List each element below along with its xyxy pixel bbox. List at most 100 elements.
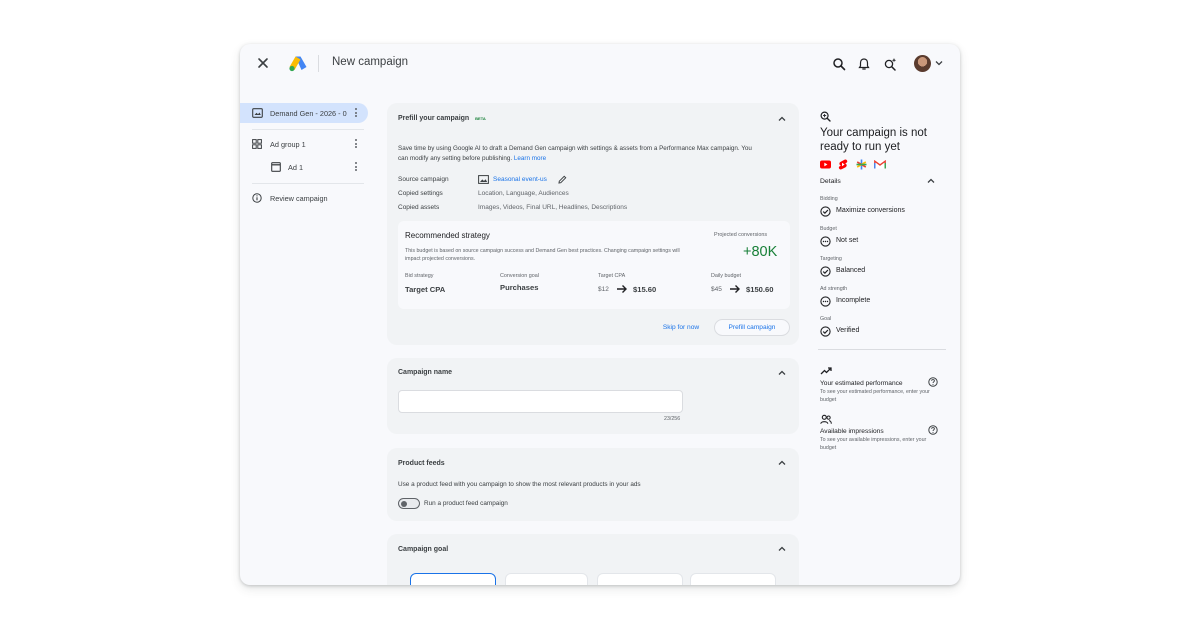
- arrow-right-icon: [730, 285, 740, 293]
- zoom-search-icon: [820, 111, 831, 122]
- check-circle-icon: [820, 326, 831, 337]
- product-feeds-title: Product feeds: [398, 460, 445, 467]
- chevron-up-icon[interactable]: [777, 458, 787, 468]
- target-cpa-old: $12: [598, 286, 609, 293]
- goal-option-tile[interactable]: [505, 573, 588, 585]
- shorts-icon: [838, 159, 848, 170]
- goal-label: Goal: [820, 316, 832, 322]
- prefill-title: Prefill your campaign BETA: [398, 115, 486, 122]
- strategy-title: Recommended strategy: [405, 231, 490, 240]
- pending-circle-icon: [820, 296, 831, 307]
- nav-item-ad-group[interactable]: Ad group 1: [270, 140, 306, 149]
- ad-strength-label: Ad strength: [820, 286, 848, 292]
- help-icon[interactable]: [928, 425, 938, 435]
- ai-search-icon[interactable]: [883, 57, 897, 71]
- prefill-card: Prefill your campaign BETA Save time by …: [387, 103, 799, 345]
- youtube-icon: [820, 160, 831, 169]
- impressions-text: To see your available impressions, enter…: [820, 437, 927, 451]
- nav-item-review[interactable]: Review campaign: [270, 194, 328, 203]
- campaign-name-card: Campaign name 23/256: [387, 358, 799, 434]
- goal-option-tile[interactable]: [410, 573, 496, 585]
- info-icon: [252, 193, 262, 203]
- prefill-campaign-button[interactable]: Prefill campaign: [714, 319, 790, 336]
- beta-badge: BETA: [475, 115, 486, 121]
- budget-value: Not set: [836, 237, 859, 244]
- gmail-icon: [874, 160, 886, 169]
- more-vert-icon[interactable]: [355, 162, 358, 172]
- campaign-window: New campaign Demand Gen - 2026 - 0 Ad gr…: [240, 44, 960, 585]
- copied-assets-value: Images, Videos, Final URL, Headlines, De…: [478, 204, 628, 211]
- panel-divider: [818, 349, 946, 350]
- google-ads-logo-icon: [289, 56, 307, 72]
- campaign-name-title: Campaign name: [398, 369, 453, 376]
- bidding-value: Maximize conversions: [836, 207, 905, 214]
- status-title: Your campaign is not ready to run yet: [820, 127, 927, 153]
- bidding-label: Bidding: [820, 196, 838, 202]
- arrow-right-icon: [617, 285, 627, 293]
- nav-item-ad[interactable]: Ad 1: [288, 163, 303, 172]
- source-campaign-link[interactable]: Seasonal event-us: [493, 176, 547, 183]
- image-icon: [478, 175, 489, 184]
- chevron-up-icon[interactable]: [926, 176, 936, 186]
- daily-budget-new: $150.60: [746, 285, 774, 294]
- learn-more-link[interactable]: Learn more: [514, 155, 546, 162]
- product-feed-toggle[interactable]: [398, 498, 420, 509]
- campaign-name-input[interactable]: [398, 390, 683, 413]
- goal-option-tile[interactable]: [690, 573, 776, 585]
- close-icon[interactable]: [256, 56, 270, 70]
- projected-value: +80K: [743, 244, 778, 260]
- impressions-title: Available impressions: [820, 428, 884, 435]
- projected-label: Projected conversions: [714, 232, 768, 238]
- pending-circle-icon: [820, 236, 831, 247]
- skip-for-now-button[interactable]: Skip for now: [656, 319, 706, 336]
- performance-title: Your estimated performance: [820, 380, 903, 387]
- user-avatar[interactable]: [914, 55, 931, 72]
- trending-up-icon: [820, 367, 832, 375]
- nav-divider: [252, 129, 364, 130]
- copied-assets-label: Copied assets: [398, 204, 440, 211]
- ad-icon: [271, 162, 281, 172]
- more-vert-icon[interactable]: [355, 108, 358, 118]
- copied-settings-value: Location, Language, Audiences: [478, 190, 569, 197]
- budget-label: Budget: [820, 226, 837, 232]
- check-circle-icon: [820, 266, 831, 277]
- campaign-goal-title: Campaign goal: [398, 546, 449, 553]
- source-campaign-label: Source campaign: [398, 176, 449, 183]
- goal-option-tile[interactable]: [597, 573, 683, 585]
- targeting-label: Targeting: [820, 256, 842, 262]
- bid-strategy-label: Bid strategy: [405, 273, 434, 279]
- recommended-strategy-box: Recommended strategy Projected conversio…: [398, 221, 790, 309]
- help-icon[interactable]: [928, 377, 938, 387]
- product-feed-toggle-label: Run a product feed campaign: [424, 500, 508, 507]
- title-divider: [318, 55, 319, 72]
- prefill-title-text: Prefill your campaign: [398, 115, 470, 122]
- chevron-down-icon[interactable]: [934, 58, 944, 68]
- nav-divider: [252, 183, 364, 184]
- campaign-goal-card: Campaign goal: [387, 534, 799, 585]
- top-bar: New campaign: [240, 44, 960, 84]
- more-vert-icon[interactable]: [355, 139, 358, 149]
- search-icon[interactable]: [832, 57, 846, 71]
- bell-icon[interactable]: [857, 57, 871, 71]
- details-label: Details: [820, 178, 841, 185]
- campaign-icon: [252, 108, 263, 118]
- prefill-description-text: Save time by using Google AI to draft a …: [398, 145, 752, 162]
- product-feeds-description: Use a product feed with you campaign to …: [398, 481, 641, 488]
- edit-icon[interactable]: [558, 175, 567, 184]
- people-icon: [820, 414, 832, 424]
- grid-icon: [252, 139, 262, 149]
- product-feeds-card: Product feeds Use a product feed with yo…: [387, 448, 799, 521]
- toggle-knob: [400, 500, 407, 507]
- prefill-description: Save time by using Google AI to draft a …: [398, 144, 763, 163]
- bid-strategy-value: Target CPA: [405, 285, 446, 294]
- discover-icon: [856, 159, 867, 170]
- chevron-up-icon[interactable]: [777, 114, 787, 124]
- check-circle-icon: [820, 206, 831, 217]
- chevron-up-icon[interactable]: [777, 368, 787, 378]
- target-cpa-new: $15.60: [633, 285, 657, 294]
- daily-budget-label: Daily budget: [711, 273, 741, 279]
- chevron-up-icon[interactable]: [777, 544, 787, 554]
- performance-text: To see your estimated performance, enter…: [820, 389, 930, 403]
- nav-item-demand-gen[interactable]: Demand Gen - 2026 - 0: [270, 109, 347, 118]
- strategy-description: This budget is based on source campaign …: [405, 248, 680, 262]
